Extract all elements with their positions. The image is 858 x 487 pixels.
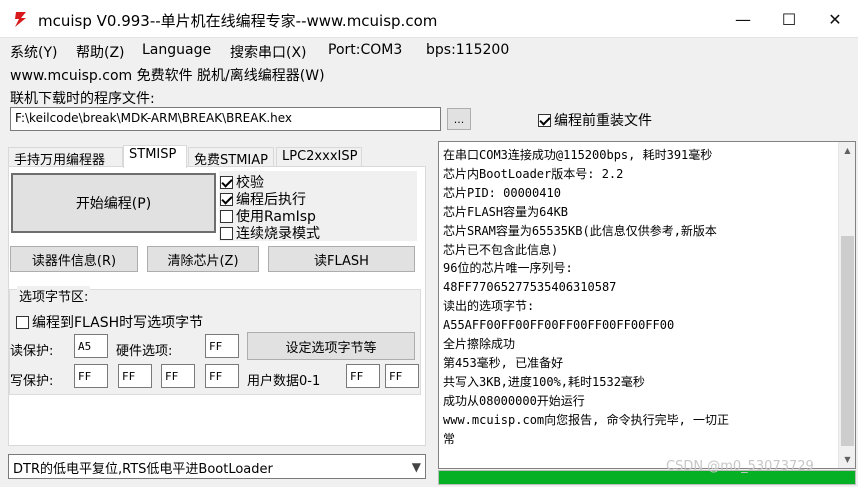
close-button[interactable]: ✕ <box>812 0 858 38</box>
app-icon <box>15 12 26 27</box>
menu-bps[interactable]: bps:115200 <box>426 42 509 58</box>
log-line: A55AFF00FF00FF00FF00FF00FF00FF00 <box>443 318 675 333</box>
scroll-thumb[interactable] <box>841 236 854 446</box>
log-line: 48FF77065277535406310587 <box>443 280 617 295</box>
menu-bar: 系统(Y) 帮助(Z) Language 搜索串口(X) Port:COM3 b… <box>0 40 858 62</box>
title-bar: mcuisp V0.993--单片机在线编程专家--www.mcuisp.com… <box>0 0 858 38</box>
checkmark-icon[interactable] <box>538 113 551 127</box>
log-line: 第453毫秒, 已准备好 <box>443 355 564 370</box>
minimize-button[interactable]: — <box>720 0 766 38</box>
set-option-bytes-button[interactable]: 设定选项字节等 <box>247 332 415 360</box>
tab-stmiap[interactable]: 免费STMIAP <box>188 147 274 168</box>
user-data-input-0[interactable]: FF <box>346 364 380 388</box>
log-line: 全片擦除成功 <box>443 337 516 352</box>
log-line: 共写入3KB,进度100%,耗时1532毫秒 <box>443 374 645 389</box>
window-title: mcuisp V0.993--单片机在线编程专家--www.mcuisp.com <box>38 12 438 30</box>
write-protect-label: 写保护: <box>10 374 54 389</box>
menu-language[interactable]: Language <box>142 42 211 58</box>
log-line: www.mcuisp.com向您报告, 命令执行完毕, 一切正 <box>443 412 730 427</box>
scroll-up-icon[interactable]: ▲ <box>839 142 855 159</box>
chevron-down-icon[interactable]: ▼ <box>412 460 421 474</box>
file-path-input[interactable]: F:\keilcode\break\MDK-ARM\BREAK\BREAK.he… <box>10 107 441 131</box>
bootloader-mode-value: DTR的低电平复位,RTS低电平进BootLoader <box>13 462 273 477</box>
tab-stmisp[interactable]: STMISP <box>123 145 187 168</box>
log-scrollbar[interactable]: ▲ ▼ <box>838 142 855 468</box>
checkmark-icon[interactable] <box>220 175 233 189</box>
start-program-button[interactable]: 开始编程(P) <box>11 173 216 233</box>
log-line: 芯片内BootLoader版本号: 2.2 <box>443 166 624 181</box>
write-protect-input-0[interactable]: FF <box>74 364 108 388</box>
checkbox-icon[interactable] <box>16 315 29 329</box>
checkmark-icon[interactable] <box>220 192 233 206</box>
checkbox-icon[interactable] <box>220 209 233 223</box>
hw-option-label: 硬件选项: <box>116 344 173 359</box>
browse-button[interactable]: ... <box>447 108 471 130</box>
read-flash-button[interactable]: 读FLASH <box>268 246 415 272</box>
menu-help[interactable]: 帮助(Z) <box>76 42 125 62</box>
reload-label: 编程前重装文件 <box>554 113 652 129</box>
option-bytes-title: 选项字节区: <box>17 286 91 305</box>
erase-chip-button[interactable]: 清除芯片(Z) <box>147 246 259 272</box>
write-option-bytes-label: 编程到FLASH时写选项字节 <box>32 315 204 331</box>
log-line: 芯片已不包含此信息) <box>443 242 559 257</box>
watermark: CSDN @m0_53073729 <box>666 459 814 474</box>
log-line: 常 <box>443 431 456 446</box>
log-output[interactable]: 在串口COM3连接成功@115200bps, 耗时391毫秒 芯片内BootLoa… <box>438 141 856 469</box>
write-protect-input-1[interactable]: FF <box>118 364 152 388</box>
read-device-info-button[interactable]: 读器件信息(R) <box>10 246 138 272</box>
file-label: 联机下载时的程序文件: <box>10 91 155 107</box>
log-line: 96位的芯片唯一序列号: <box>443 261 573 276</box>
maximize-button[interactable]: ☐ <box>766 0 812 38</box>
log-line: 芯片PID: 00000410 <box>443 185 561 200</box>
bootloader-mode-select[interactable]: DTR的低电平复位,RTS低电平进BootLoader ▼ <box>8 454 426 479</box>
menu-port[interactable]: Port:COM3 <box>328 42 402 58</box>
read-protect-label: 读保护: <box>10 344 54 359</box>
hw-option-input[interactable]: FF <box>205 334 239 358</box>
write-protect-input-2[interactable]: FF <box>161 364 195 388</box>
log-line: 芯片SRAM容量为65535KB(此信息仅供参考,新版本 <box>443 223 717 238</box>
reload-before-program-checkbox[interactable]: 编程前重装文件 <box>538 110 652 130</box>
log-lines: 在串口COM3连接成功@115200bps, 耗时391毫秒 芯片内BootLoa… <box>443 146 831 449</box>
option-continuous-label: 连续烧录模式 <box>236 226 320 242</box>
option-continuous-mode[interactable]: 连续烧录模式 <box>220 223 320 243</box>
write-option-bytes-checkbox[interactable]: 编程到FLASH时写选项字节 <box>16 312 203 332</box>
read-protect-input[interactable]: A5 <box>74 334 108 358</box>
checkbox-icon[interactable] <box>220 226 233 240</box>
menu-search-port[interactable]: 搜索串口(X) <box>230 42 307 62</box>
user-data-input-1[interactable]: FF <box>385 364 419 388</box>
menu-system[interactable]: 系统(Y) <box>10 42 57 62</box>
write-protect-input-3[interactable]: FF <box>205 364 239 388</box>
tab-handheld[interactable]: 手持万用编程器 <box>8 147 123 168</box>
log-line: 芯片FLASH容量为64KB <box>443 204 569 219</box>
log-line: 读出的选项字节: <box>443 299 535 314</box>
tab-lpc2xxxisp[interactable]: LPC2xxxISP <box>276 147 362 167</box>
log-line: 成功从08000000开始运行 <box>443 393 585 408</box>
user-data-label: 用户数据0-1 <box>247 374 321 389</box>
log-line: 在串口COM3连接成功@115200bps, 耗时391毫秒 <box>443 148 713 162</box>
scroll-down-icon[interactable]: ▼ <box>839 451 855 468</box>
menu-offline-programmer[interactable]: www.mcuisp.com 免费软件 脱机/离线编程器(W) <box>10 65 325 85</box>
